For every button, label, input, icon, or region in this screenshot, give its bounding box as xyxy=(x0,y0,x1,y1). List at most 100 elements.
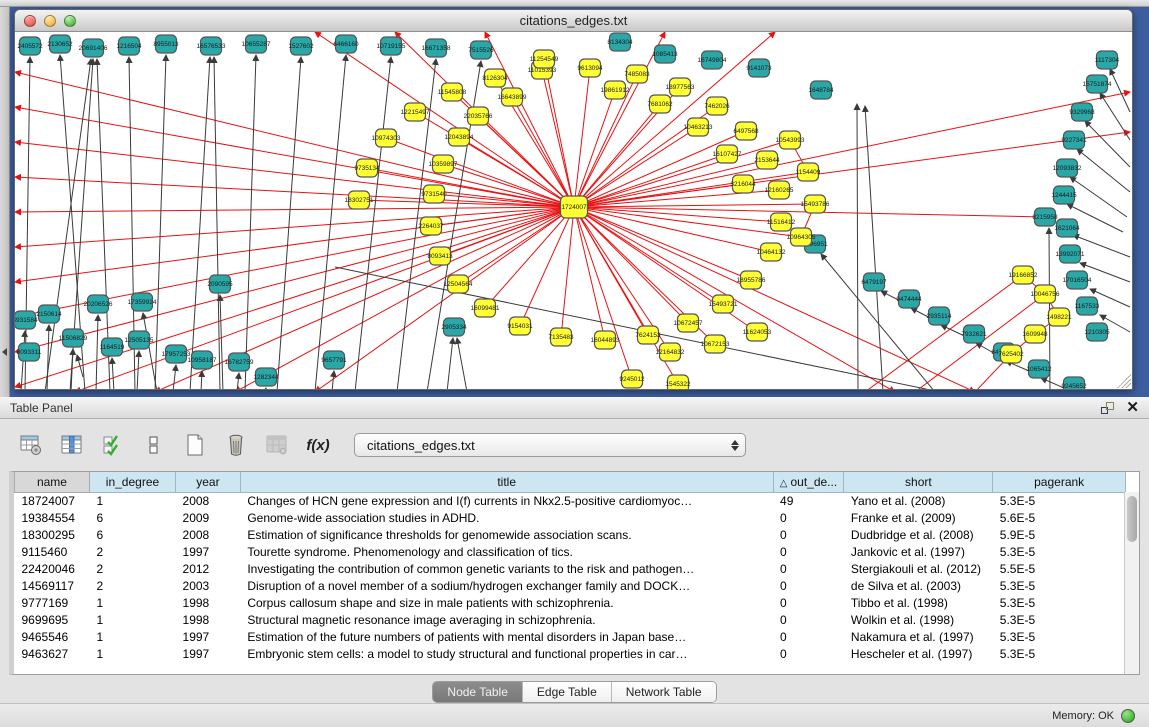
table-row[interactable]: 969969511998Structural magnetic resonanc… xyxy=(15,611,1126,628)
table-cell[interactable]: Stergiakouli et al. (2012) xyxy=(844,560,993,577)
network-node[interactable]: 10463213 xyxy=(684,118,713,136)
network-node[interactable]: 10046756 xyxy=(1031,285,1060,303)
network-node[interactable]: 8093413 xyxy=(427,247,453,265)
network-node[interactable]: 1210305 xyxy=(1084,323,1110,341)
network-node[interactable]: 9613094 xyxy=(577,59,603,77)
tab-node-table[interactable]: Node Table xyxy=(433,682,523,702)
scrollbar-thumb[interactable] xyxy=(1127,496,1137,542)
table-cell[interactable]: 0 xyxy=(773,509,844,526)
network-node[interactable]: 1648784 xyxy=(808,81,834,99)
network-node[interactable]: 3216044 xyxy=(730,175,756,193)
table-row[interactable]: 946362711997Embryonic stem cells: a mode… xyxy=(15,645,1126,662)
network-node[interactable]: 10672457 xyxy=(674,314,703,332)
network-node[interactable]: 10464132 xyxy=(757,243,786,261)
network-node[interactable]: 9141073 xyxy=(746,59,772,77)
table-cell[interactable]: 1997 xyxy=(176,543,241,560)
network-node[interactable]: 1609948 xyxy=(1022,325,1048,343)
network-node[interactable]: 1154409 xyxy=(796,163,821,181)
column-header-out_de[interactable]: △out_de... xyxy=(773,472,844,492)
network-node[interactable]: 16749804 xyxy=(698,51,727,69)
table-cell[interactable]: Franke et al. (2009) xyxy=(844,509,993,526)
network-node[interactable]: 1527602 xyxy=(288,37,314,55)
network-node[interactable]: 12043894 xyxy=(445,128,474,146)
citation-network-graph[interactable]: 2405572213065220691406121650489550131657… xyxy=(15,32,1132,389)
network-node[interactable]: 9731540 xyxy=(421,185,447,203)
table-cell[interactable]: 5.3E-5 xyxy=(993,492,1126,509)
minimize-window-button[interactable] xyxy=(44,15,56,27)
table-cell[interactable]: 19384554 xyxy=(15,509,90,526)
table-cell[interactable]: 5.3E-5 xyxy=(993,594,1126,611)
table-cell[interactable]: 0 xyxy=(773,594,844,611)
network-node[interactable]: 2090595 xyxy=(207,275,233,293)
table-cell[interactable]: Hescheler et al. (1997) xyxy=(844,645,993,662)
network-node[interactable]: 12504564 xyxy=(444,275,473,293)
network-node[interactable]: 9227341 xyxy=(1061,131,1087,149)
network-node[interactable]: 1621064 xyxy=(1054,219,1080,237)
network-node[interactable]: 12505135 xyxy=(125,331,154,349)
network-node[interactable]: 8093311 xyxy=(17,343,42,361)
table-cell[interactable]: Jankovic et al. (1997) xyxy=(844,543,993,560)
control-panel-splitter[interactable] xyxy=(0,7,10,397)
table-cell[interactable]: 6 xyxy=(89,526,175,543)
network-node[interactable]: 2264037 xyxy=(418,217,444,235)
table-cell[interactable]: 1 xyxy=(89,594,175,611)
table-row[interactable]: 1456911722003Disruption of a novel membe… xyxy=(15,577,1126,594)
delete-table-icon[interactable] xyxy=(223,432,249,458)
table-cell[interactable]: 9699695 xyxy=(15,611,90,628)
tab-network-table[interactable]: Network Table xyxy=(612,682,716,702)
network-node[interactable]: 6479197 xyxy=(861,273,887,291)
network-node[interactable]: 19861912 xyxy=(601,81,630,99)
column-header-short[interactable]: short xyxy=(844,472,993,492)
table-cell[interactable]: 1997 xyxy=(176,628,241,645)
network-node[interactable]: 20691406 xyxy=(79,39,108,57)
table-cell[interactable]: Investigating the contribution of common… xyxy=(240,560,773,577)
table-cell[interactable]: Embryonic stem cells: a model to study s… xyxy=(240,645,773,662)
window-resize-grip[interactable] xyxy=(1117,374,1131,388)
network-node[interactable]: 10655287 xyxy=(242,35,271,53)
network-node[interactable]: 1498221 xyxy=(1046,308,1072,326)
network-window-titlebar[interactable]: citations_edges.txt xyxy=(15,10,1132,32)
table-row[interactable]: 911546021997Tourette syndrome. Phenomeno… xyxy=(15,543,1126,560)
network-node[interactable]: 1216504 xyxy=(116,37,142,55)
table-cell[interactable]: Genome-wide association studies in ADHD. xyxy=(240,509,773,526)
table-cell[interactable]: Dudbridge et al. (2008) xyxy=(844,526,993,543)
column-header-pagerank[interactable]: pagerank xyxy=(993,472,1126,492)
table-cell[interactable]: 1998 xyxy=(176,594,241,611)
network-node[interactable]: 10974303 xyxy=(372,129,401,147)
network-node[interactable]: 10719155 xyxy=(377,37,406,55)
network-node[interactable]: 10964305 xyxy=(787,228,816,246)
table-cell[interactable]: 1998 xyxy=(176,611,241,628)
function-builder-icon[interactable]: f(x) xyxy=(305,432,331,458)
network-node[interactable]: 10543993 xyxy=(776,131,805,149)
table-cell[interactable]: 22420046 xyxy=(15,560,90,577)
network-node[interactable]: 17359924 xyxy=(128,293,157,311)
select-rows-icon[interactable] xyxy=(100,432,126,458)
table-cell[interactable]: Structural magnetic resonance image aver… xyxy=(240,611,773,628)
network-node[interactable]: 7624153 xyxy=(635,326,661,344)
table-cell[interactable]: 5.9E-5 xyxy=(993,526,1126,543)
table-cell[interactable]: 0 xyxy=(773,645,844,662)
table-cell[interactable]: 0 xyxy=(773,611,844,628)
network-node[interactable]: 1545322 xyxy=(665,375,691,389)
table-cell[interactable]: 1 xyxy=(89,611,175,628)
close-panel-icon[interactable]: ✕ xyxy=(1126,402,1139,414)
network-node[interactable]: 16643899 xyxy=(498,88,527,106)
table-cell[interactable]: 5.3E-5 xyxy=(993,577,1126,594)
table-cell[interactable]: 14569117 xyxy=(15,577,90,594)
network-node[interactable]: 16782759 xyxy=(225,353,254,371)
table-settings-icon[interactable] xyxy=(18,432,44,458)
table-cell[interactable]: 9463627 xyxy=(15,645,90,662)
table-cell[interactable]: 18300295 xyxy=(15,526,90,543)
network-node[interactable]: 9154031 xyxy=(507,317,533,335)
table-cell[interactable]: 5.6E-5 xyxy=(993,509,1126,526)
network-node[interactable]: 15493786 xyxy=(801,195,830,213)
table-cell[interactable]: 5.3E-5 xyxy=(993,645,1126,662)
table-cell[interactable]: Estimation of the future numbers of pati… xyxy=(240,628,773,645)
network-node[interactable]: 7462026 xyxy=(704,97,730,115)
table-cell[interactable]: 18724007 xyxy=(15,492,90,509)
table-cell[interactable]: Tibbo et al. (1998) xyxy=(844,594,993,611)
network-node[interactable]: 9657791 xyxy=(321,351,347,369)
column-header-in_degree[interactable]: in_degree xyxy=(89,472,175,492)
table-row[interactable]: 977716911998Corpus callosum shape and si… xyxy=(15,594,1126,611)
network-node[interactable]: 7625402 xyxy=(998,345,1024,363)
